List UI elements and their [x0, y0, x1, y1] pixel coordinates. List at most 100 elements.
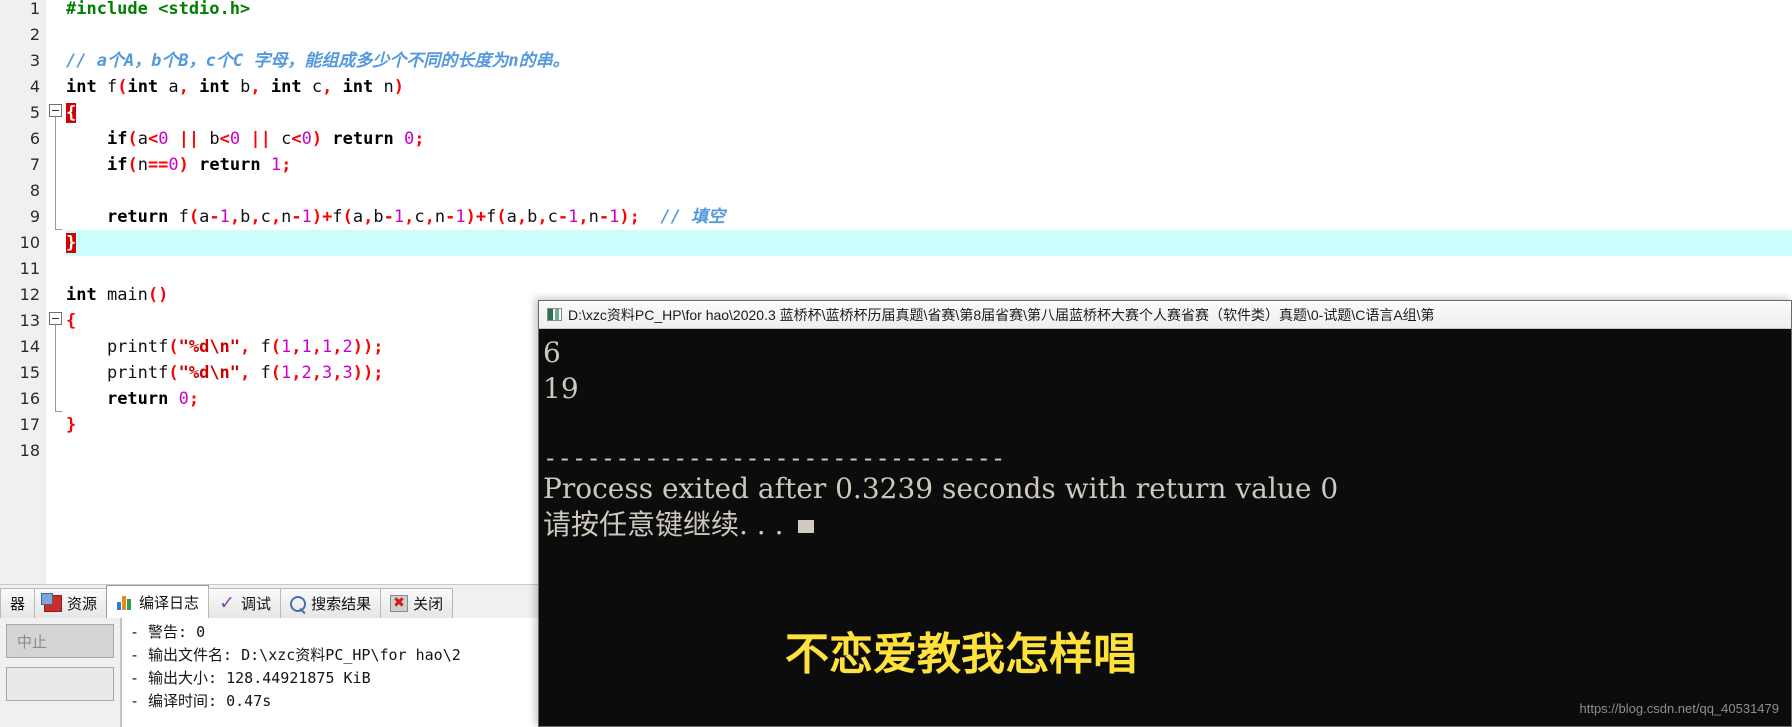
- code-token: ,: [311, 337, 323, 357]
- console-window[interactable]: D:\xzc资料PC_HP\for hao\2020.3 蓝桥杯\蓝桥杯历届真题…: [538, 300, 1792, 727]
- panel-tab-bar[interactable]: 器 资源 编译日志 ✓ 调试 搜索结果 关闭: [0, 585, 538, 618]
- code-token: 3: [342, 363, 353, 383]
- code-token: -: [383, 207, 394, 227]
- code-token: (: [270, 363, 282, 383]
- panel-tab-3[interactable]: ✓ 调试: [208, 588, 282, 618]
- panel-tab-5[interactable]: 关闭: [380, 588, 454, 618]
- code-token: ,: [322, 77, 333, 97]
- code-line-text: if(a<0 || b<0 || c<0) return 0;: [66, 126, 425, 152]
- code-token: ,: [291, 337, 302, 357]
- code-token: ;: [629, 207, 640, 227]
- code-token: 1: [219, 207, 230, 227]
- line-number: 12: [19, 285, 40, 304]
- code-line[interactable]: 11: [0, 256, 1792, 282]
- code-token: ,: [578, 207, 589, 227]
- code-token: n: [373, 77, 394, 97]
- code-token: b: [229, 77, 251, 97]
- code-token: )): [352, 337, 374, 357]
- code-token: 1: [301, 337, 312, 357]
- code-token: ,: [332, 337, 343, 357]
- code-token: ): [465, 207, 476, 227]
- code-token: ,: [363, 207, 374, 227]
- code-token: -: [291, 207, 302, 227]
- code-line[interactable]: 3 // a个A，b个B，c个C 字母，能组成多少个不同的长度为n的串。: [0, 48, 1792, 74]
- code-line[interactable]: 1 #include <stdio.h>: [0, 0, 1792, 22]
- code-token: a: [506, 207, 517, 227]
- code-token: if: [106, 155, 128, 175]
- code-line[interactable]: 5{: [0, 100, 1792, 126]
- code-token: if: [106, 129, 128, 149]
- panel-tab-label: 编译日志: [139, 594, 200, 612]
- code-token: ): [311, 129, 323, 149]
- panel-tab-4[interactable]: 搜索结果: [280, 588, 382, 618]
- code-token: c: [260, 207, 271, 227]
- code-line[interactable]: 2: [0, 22, 1792, 48]
- code-line[interactable]: 4 int f(int a, int b, int c, int n): [0, 74, 1792, 100]
- code-token: main: [96, 285, 148, 305]
- console-title-text: D:\xzc资料PC_HP\for hao\2020.3 蓝桥杯\蓝桥杯历届真题…: [568, 306, 1435, 323]
- line-number: 4: [29, 77, 40, 96]
- code-line-text: {: [66, 100, 77, 126]
- code-token: +: [322, 207, 333, 227]
- code-token: +: [475, 207, 487, 227]
- console-output-area[interactable]: 6 19 -------------------------------- Pr…: [539, 329, 1791, 726]
- code-token: b: [527, 207, 538, 227]
- line-number: 14: [19, 337, 40, 356]
- compile-log-output: - 警告: 0 - 输出文件名: D:\xzc资料PC_HP\for hao\2 -…: [121, 618, 538, 727]
- code-token: (): [147, 285, 169, 305]
- code-token: c: [547, 207, 558, 227]
- panel-body: 中止 - 警告: 0 - 输出文件名: D:\xzc资料PC_HP\for hao…: [0, 618, 538, 727]
- code-token: a: [352, 207, 364, 227]
- code-token: ,: [229, 207, 241, 227]
- console-press-any-key: 请按任意键继续. . .: [541, 507, 1791, 543]
- code-token: ): [393, 77, 405, 97]
- code-token: ): [619, 207, 630, 227]
- code-token: 2: [301, 363, 312, 383]
- code-line[interactable]: 7 if(n==0) return 1;: [0, 152, 1792, 178]
- code-token: f: [486, 207, 497, 227]
- code-token: (: [342, 207, 353, 227]
- code-token: ,: [250, 207, 261, 227]
- console-title-bar[interactable]: D:\xzc资料PC_HP\for hao\2020.3 蓝桥杯\蓝桥杯历届真题…: [539, 301, 1791, 329]
- resources-icon: [41, 593, 63, 612]
- code-token: int: [199, 77, 230, 97]
- code-token: int: [127, 77, 159, 97]
- code-token: // 填空: [660, 207, 726, 227]
- panel-tab-2[interactable]: 编译日志: [106, 585, 210, 618]
- panel-tab-0[interactable]: 器: [0, 588, 36, 618]
- code-token: "%d\n": [178, 337, 241, 357]
- code-line-text: printf("%d\n", f(1,1,1,2));: [66, 334, 384, 360]
- line-number: 13: [19, 311, 40, 330]
- code-token: return: [199, 155, 261, 175]
- code-token: 0: [404, 129, 415, 149]
- code-token: int: [66, 77, 97, 97]
- code-line[interactable]: 9 return f(a-1,b,c,n-1)+f(a,b-1,c,n-1)+f…: [0, 204, 1792, 230]
- line-number: 10: [19, 233, 40, 252]
- code-token: 1: [455, 207, 466, 227]
- code-token: #include <stdio.h>: [66, 0, 251, 19]
- compile-log-line: - 输出文件名: D:\xzc资料PC_HP\for hao\2: [130, 646, 461, 664]
- code-token: c: [270, 129, 292, 149]
- compile-log-line: - 输出大小: 128.44921875 KiB: [130, 669, 371, 687]
- code-line[interactable]: 6 if(a<0 || b<0 || c<0) return 0;: [0, 126, 1792, 152]
- cmd-window-icon: [547, 308, 562, 321]
- panel-tab-1[interactable]: 资源: [34, 588, 108, 618]
- line-number: 8: [29, 181, 40, 200]
- code-token: b: [199, 129, 220, 149]
- line-number: 16: [19, 389, 40, 408]
- code-token: int: [270, 77, 302, 97]
- code-token: -: [598, 207, 610, 227]
- code-token: )): [352, 363, 374, 383]
- code-line[interactable]: 8: [0, 178, 1792, 204]
- code-token: b: [240, 207, 251, 227]
- code-token: -: [557, 207, 569, 227]
- code-line[interactable]: 10}: [0, 230, 1792, 256]
- code-token: f: [250, 363, 271, 383]
